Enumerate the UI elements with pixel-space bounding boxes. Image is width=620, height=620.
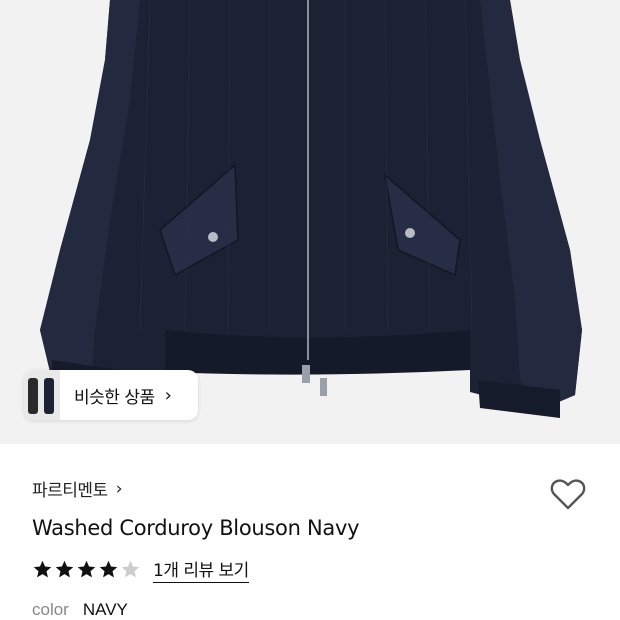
product-image[interactable]: 비슷한 상품 › [0, 0, 620, 444]
color-label: color [32, 600, 69, 619]
star-filled-icon [33, 560, 52, 577]
star-empty-icon [121, 560, 140, 577]
brand-name: 파르티멘토 [32, 481, 108, 501]
color-row: color NAVY [32, 600, 128, 620]
rating-row: 1개 리뷰 보기 [32, 556, 249, 583]
similar-product-thumbnail [24, 370, 60, 420]
star-filled-icon [99, 560, 118, 577]
star-rating [32, 559, 141, 580]
heart-outline-icon [550, 479, 586, 510]
similar-products-label: 비슷한 상품 [74, 387, 155, 408]
product-title: Washed Corduroy Blouson Navy [32, 516, 360, 540]
chevron-right-icon: › [115, 478, 123, 499]
brand-link[interactable]: 파르티멘토 › [32, 476, 123, 502]
star-filled-icon [77, 560, 96, 577]
product-info: 파르티멘토 › Washed Corduroy Blouson Navy 1개 … [0, 444, 620, 620]
similar-products-button[interactable]: 비슷한 상품 › [24, 370, 198, 420]
like-button[interactable] [548, 474, 588, 514]
chevron-right-icon: › [164, 384, 172, 406]
star-filled-icon [55, 560, 74, 577]
color-value: NAVY [82, 600, 128, 619]
review-link[interactable]: 1개 리뷰 보기 [153, 556, 249, 583]
